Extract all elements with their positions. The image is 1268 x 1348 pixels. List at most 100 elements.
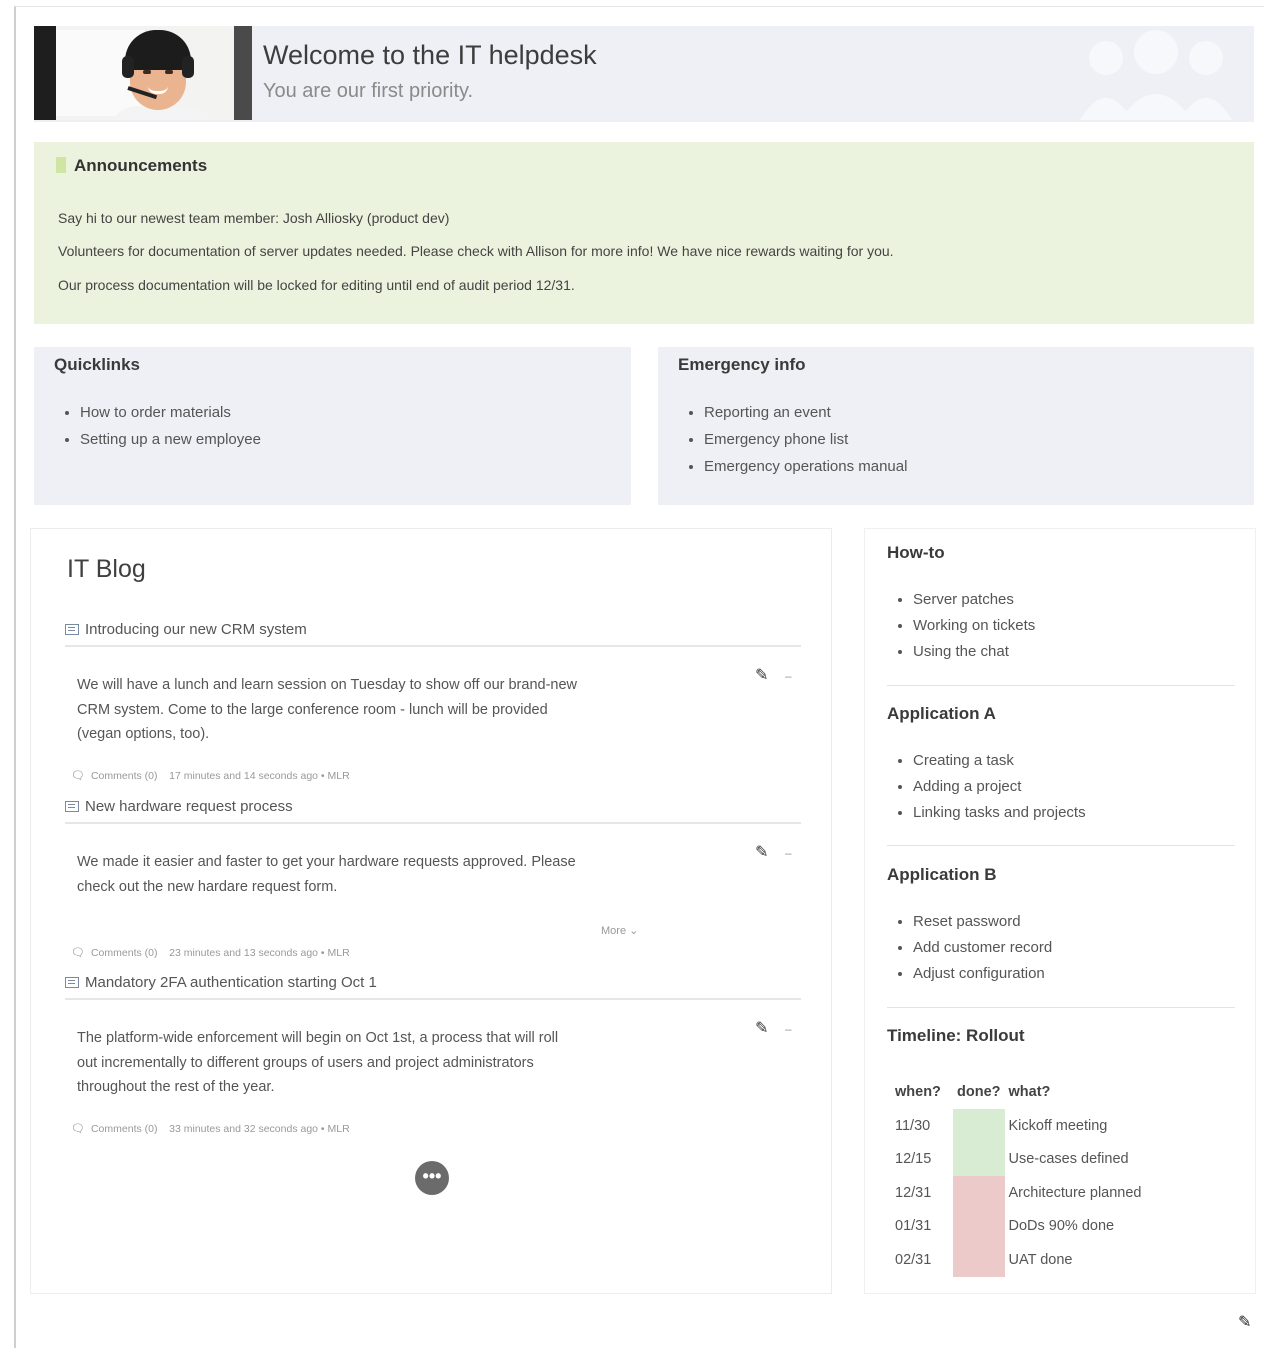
timeline-row: 01/31 DoDs 90% done bbox=[891, 1209, 1146, 1243]
application-b-link[interactable]: Adjust configuration bbox=[913, 961, 1235, 987]
blog-post-body: The platform-wide enforcement will begin… bbox=[77, 1026, 637, 1100]
more-link-label[interactable]: More bbox=[601, 925, 626, 937]
timeline-when: 12/31 bbox=[895, 1184, 932, 1201]
timeline-row: 12/15 Use-cases defined bbox=[891, 1142, 1146, 1176]
timeline-col-what: what? bbox=[1008, 1084, 1051, 1100]
timeline-status-done bbox=[953, 1142, 1005, 1176]
pencil-icon[interactable]: ✎ bbox=[1238, 1312, 1251, 1332]
timeline-what: DoDs 90% done bbox=[1008, 1218, 1115, 1235]
quicklinks-heading: Quicklinks bbox=[54, 355, 140, 374]
timeline-row: 02/31 UAT done bbox=[891, 1243, 1146, 1277]
comment-icon[interactable]: 🗨 bbox=[71, 947, 85, 959]
sidebar-panel: How-to Server patches Working on tickets… bbox=[864, 528, 1256, 1294]
quicklinks-list: How to order materials Setting up a new … bbox=[60, 399, 261, 453]
howto-section: How-to Server patches Working on tickets… bbox=[887, 543, 1235, 665]
howto-link[interactable]: Using the chat bbox=[913, 639, 1235, 665]
helpdesk-agent-photo bbox=[34, 26, 252, 120]
timeline-status-not-done bbox=[953, 1243, 1005, 1277]
comments-link[interactable]: Comments (0) bbox=[91, 770, 158, 782]
pencil-icon[interactable]: ✎ bbox=[755, 665, 768, 685]
howto-link[interactable]: Server patches bbox=[913, 587, 1235, 613]
pencil-icon[interactable]: ✎ bbox=[755, 842, 768, 862]
blog-post-line: check out the new hardare request form. bbox=[77, 878, 338, 895]
quicklink-order-materials[interactable]: How to order materials bbox=[80, 399, 261, 426]
comments-link[interactable]: Comments (0) bbox=[91, 1123, 158, 1135]
timeline-col-when: when? bbox=[895, 1084, 941, 1100]
announcement-item: Our process documentation will be locked… bbox=[58, 277, 575, 293]
application-b-link[interactable]: Reset password bbox=[913, 909, 1235, 935]
it-blog-panel: IT Blog Introducing our new CRM system ✎… bbox=[30, 528, 832, 1294]
blog-post-title[interactable]: Introducing our new CRM system bbox=[65, 621, 801, 647]
blog-post-meta: 🗨 Comments (0) 23 minutes and 13 seconds … bbox=[71, 946, 350, 959]
quicklink-new-employee[interactable]: Setting up a new employee bbox=[80, 426, 261, 453]
timeline-row: 12/31 Architecture planned bbox=[891, 1176, 1146, 1210]
timeline-what: Use-cases defined bbox=[1008, 1151, 1129, 1168]
blog-post-line: CRM system. Come to the large conference… bbox=[77, 701, 548, 718]
section-divider bbox=[887, 685, 1235, 686]
timeline-what: Architecture planned bbox=[1008, 1184, 1142, 1201]
comment-icon[interactable]: 🗨 bbox=[71, 770, 85, 782]
timeline-when: 11/30 bbox=[895, 1117, 931, 1134]
blog-post-body: We made it easier and faster to get your… bbox=[77, 850, 637, 899]
timeline-when: 02/31 bbox=[895, 1251, 932, 1268]
application-b-section: Application B Reset password Add custome… bbox=[887, 865, 1235, 987]
post-timestamp: 17 minutes and 14 seconds ago • MLR bbox=[169, 770, 350, 782]
blog-post-line: We made it easier and faster to get your… bbox=[77, 854, 576, 870]
more-link[interactable]: More ⌄ bbox=[601, 924, 638, 937]
comments-link[interactable]: Comments (0) bbox=[91, 947, 158, 959]
howto-link[interactable]: Working on tickets bbox=[913, 613, 1235, 639]
emergency-operations-manual[interactable]: Emergency operations manual bbox=[704, 453, 907, 480]
pencil-icon[interactable]: ✎ bbox=[755, 1018, 768, 1038]
howto-list: Server patches Working on tickets Using … bbox=[887, 587, 1235, 665]
blog-post-title-text[interactable]: Introducing our new CRM system bbox=[85, 621, 307, 638]
blog-heading: IT Blog bbox=[67, 555, 146, 583]
header-banner: Welcome to the IT helpdesk You are our f… bbox=[34, 26, 1254, 122]
emergency-phone-list[interactable]: Emergency phone list bbox=[704, 426, 907, 453]
post-menu-toggle[interactable]: – bbox=[785, 669, 792, 683]
quicklinks-card: Quicklinks How to order materials Settin… bbox=[34, 347, 631, 505]
emergency-list: Reporting an event Emergency phone list … bbox=[684, 399, 907, 480]
blog-post-meta: 🗨 Comments (0) 33 minutes and 32 seconds … bbox=[71, 1122, 350, 1135]
timeline-col-done: done? bbox=[957, 1084, 1001, 1100]
emergency-reporting-event[interactable]: Reporting an event bbox=[704, 399, 907, 426]
howto-heading: How-to bbox=[887, 543, 945, 562]
blog-post-title[interactable]: New hardware request process bbox=[65, 798, 801, 824]
timeline-what: UAT done bbox=[1008, 1251, 1073, 1268]
application-b-link[interactable]: Add customer record bbox=[913, 935, 1235, 961]
blog-post-title-text[interactable]: Mandatory 2FA authentication starting Oc… bbox=[85, 974, 377, 991]
blog-post-title-text[interactable]: New hardware request process bbox=[85, 798, 293, 815]
team-icon bbox=[1080, 30, 1232, 120]
announcements-panel: Announcements Say hi to our newest team … bbox=[34, 142, 1254, 324]
comment-icon[interactable]: 🗨 bbox=[71, 1123, 85, 1135]
application-b-list: Reset password Add customer record Adjus… bbox=[887, 909, 1235, 987]
timeline-heading: Timeline: Rollout bbox=[887, 1026, 1025, 1045]
chevron-down-icon: ⌄ bbox=[629, 925, 639, 937]
timeline-status-not-done bbox=[953, 1209, 1005, 1243]
timeline-status-done bbox=[953, 1109, 1005, 1143]
timeline-what: Kickoff meeting bbox=[1008, 1117, 1108, 1134]
flag-icon bbox=[56, 157, 66, 173]
page-subtitle: You are our first priority. bbox=[263, 80, 474, 102]
emergency-heading: Emergency info bbox=[678, 355, 806, 374]
blog-post-line: throughout the rest of the year. bbox=[77, 1079, 275, 1095]
application-b-heading: Application B bbox=[887, 865, 997, 884]
section-divider bbox=[887, 1007, 1235, 1008]
post-menu-toggle[interactable]: – bbox=[785, 1022, 792, 1036]
page-title: Welcome to the IT helpdesk bbox=[263, 40, 597, 70]
blog-post-title[interactable]: Mandatory 2FA authentication starting Oc… bbox=[65, 974, 801, 1000]
application-a-section: Application A Creating a task Adding a p… bbox=[887, 704, 1235, 826]
post-timestamp: 33 minutes and 32 seconds ago • MLR bbox=[169, 1123, 350, 1135]
blog-post-body: We will have a lunch and learn session o… bbox=[77, 673, 637, 747]
announcement-item: Volunteers for documentation of server u… bbox=[58, 243, 894, 259]
section-divider bbox=[887, 845, 1235, 846]
load-more-button[interactable]: ••• bbox=[415, 1161, 449, 1195]
post-timestamp: 23 minutes and 13 seconds ago • MLR bbox=[169, 947, 350, 959]
application-a-link[interactable]: Creating a task bbox=[913, 748, 1235, 774]
application-a-list: Creating a task Adding a project Linking… bbox=[887, 748, 1235, 826]
timeline-when: 12/15 bbox=[895, 1151, 932, 1168]
post-menu-toggle[interactable]: – bbox=[785, 846, 792, 860]
application-a-link[interactable]: Linking tasks and projects bbox=[913, 800, 1235, 826]
announcement-item: Say hi to our newest team member: Josh A… bbox=[58, 210, 450, 226]
application-a-link[interactable]: Adding a project bbox=[913, 774, 1235, 800]
timeline-row: 11/30 Kickoff meeting bbox=[891, 1109, 1146, 1143]
